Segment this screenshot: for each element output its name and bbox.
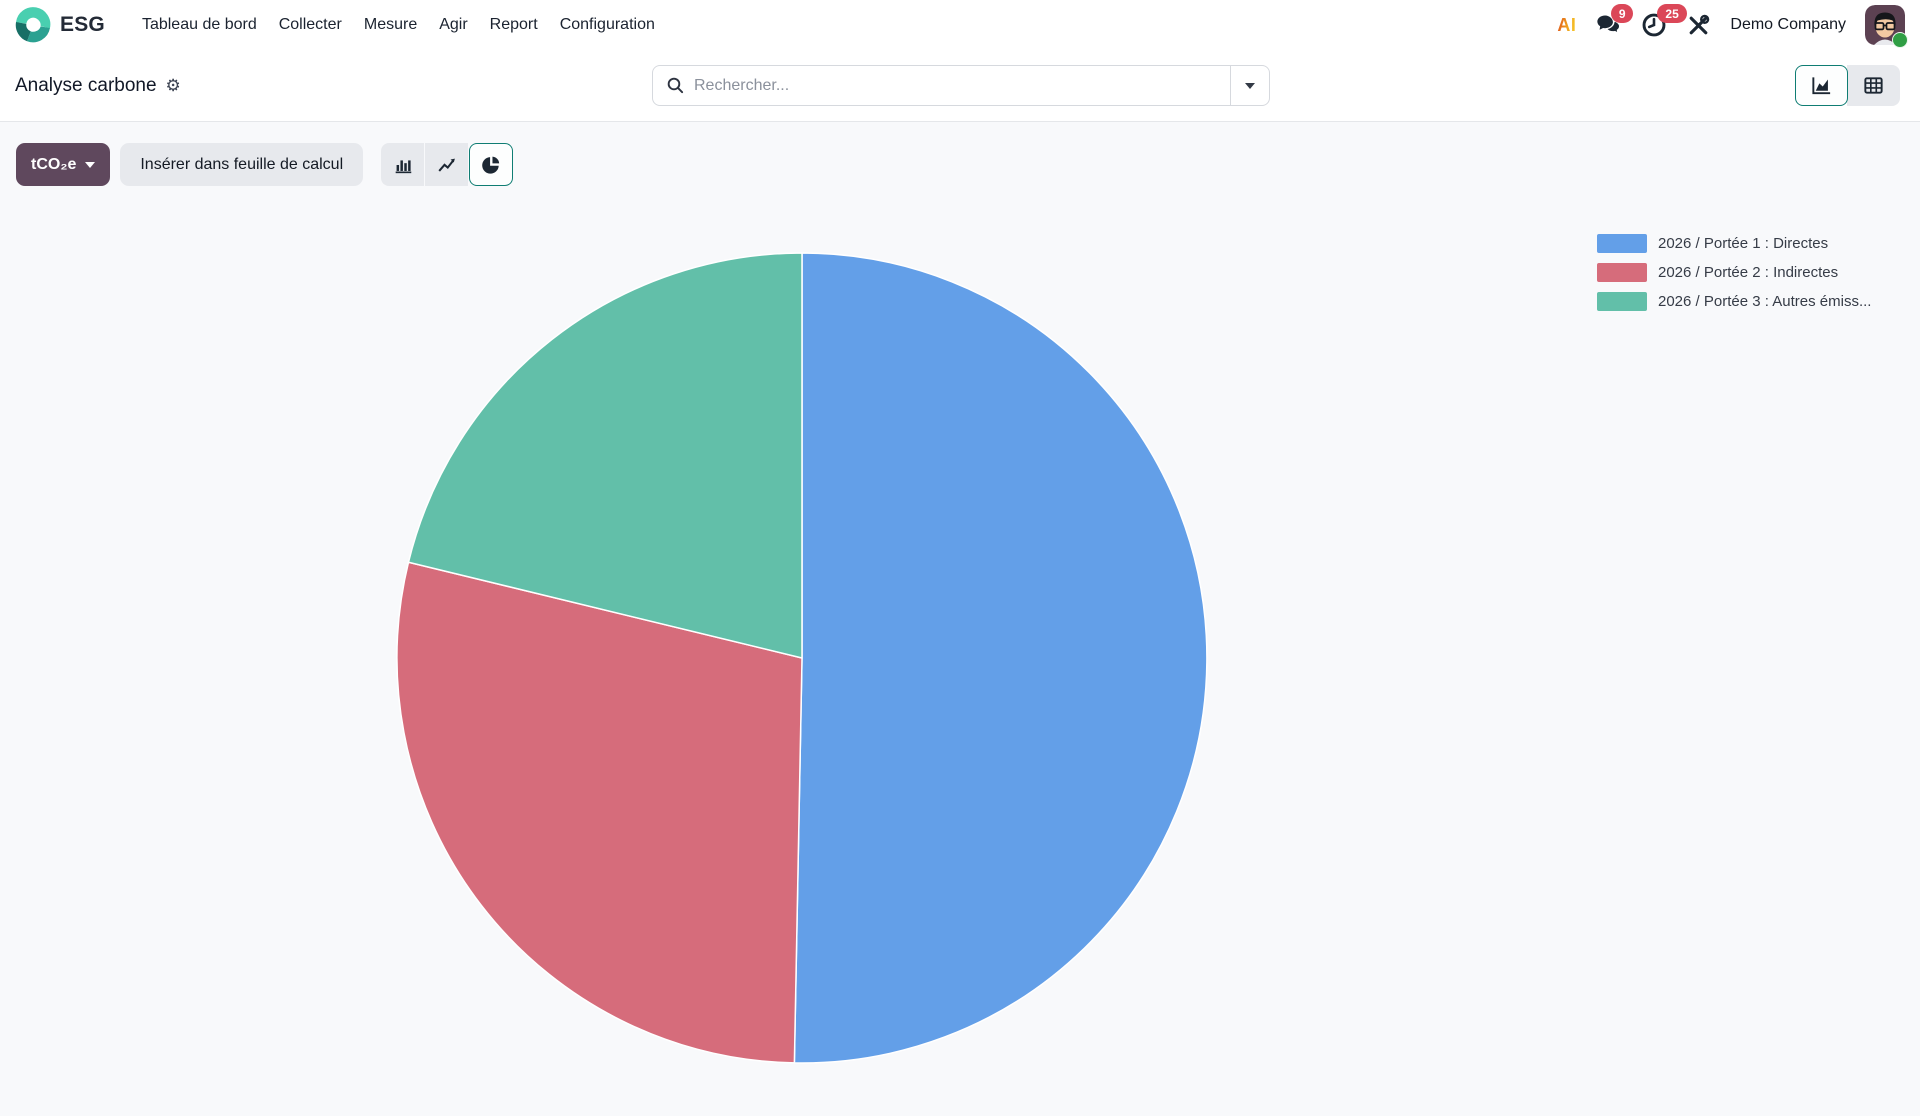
- graph-toolbar: tCO₂e Insérer dans feuille de calcul: [16, 143, 513, 186]
- tools-button[interactable]: [1686, 13, 1711, 38]
- menu-report[interactable]: Report: [479, 0, 549, 50]
- messages-count-badge: 9: [1611, 4, 1633, 23]
- main-menu: Tableau de bord Collecter Mesure Agir Re…: [131, 0, 666, 50]
- legend-item[interactable]: 2026 / Portée 3 : Autres émiss...: [1597, 287, 1871, 316]
- navbar-systray: AI 9 25: [1557, 5, 1905, 45]
- company-switcher[interactable]: Demo Company: [1730, 16, 1846, 34]
- bar-chart-button[interactable]: [381, 143, 425, 186]
- app-name[interactable]: ESG: [60, 13, 105, 37]
- legend-swatch: [1597, 263, 1647, 282]
- area-chart-icon: [1810, 74, 1833, 97]
- pie-chart: [392, 248, 1212, 1068]
- graph-view: tCO₂e Insérer dans feuille de calcul: [0, 122, 1920, 1116]
- chart-type-switcher: [381, 143, 513, 186]
- activities-button[interactable]: 25: [1641, 12, 1667, 38]
- search-input[interactable]: [694, 77, 1217, 95]
- navbar: ESG Tableau de bord Collecter Mesure Agi…: [0, 0, 1920, 50]
- search-icon: [666, 76, 685, 95]
- pivot-table-icon: [1862, 74, 1885, 97]
- pie-chart-button[interactable]: [469, 143, 513, 186]
- view-switcher: [1795, 65, 1900, 106]
- legend-item[interactable]: 2026 / Portée 2 : Indirectes: [1597, 258, 1871, 287]
- insert-in-spreadsheet-button[interactable]: Insérer dans feuille de calcul: [120, 143, 363, 186]
- legend-swatch: [1597, 292, 1647, 311]
- line-chart-icon: [436, 154, 458, 176]
- control-panel: Analyse carbone ⚙: [0, 50, 1920, 121]
- legend-label: 2026 / Portée 2 : Indirectes: [1658, 264, 1838, 281]
- pie-slice[interactable]: [794, 253, 1207, 1063]
- chevron-down-icon: [85, 162, 95, 168]
- pie-chart-icon: [480, 154, 502, 176]
- menu-agir[interactable]: Agir: [428, 0, 478, 50]
- online-status-dot: [1892, 32, 1908, 48]
- legend-swatch: [1597, 234, 1647, 253]
- messages-button[interactable]: 9: [1595, 12, 1622, 38]
- measure-label: tCO₂e: [31, 156, 76, 174]
- legend-label: 2026 / Portée 1 : Directes: [1658, 235, 1828, 252]
- view-pivot-button[interactable]: [1847, 65, 1900, 106]
- menu-configuration[interactable]: Configuration: [549, 0, 666, 50]
- legend-label: 2026 / Portée 3 : Autres émiss...: [1658, 293, 1871, 310]
- app-header: ESG Tableau de bord Collecter Mesure Agi…: [0, 0, 1920, 122]
- legend-item[interactable]: 2026 / Portée 1 : Directes: [1597, 229, 1871, 258]
- measures-button[interactable]: tCO₂e: [16, 143, 110, 186]
- menu-tableau-de-bord[interactable]: Tableau de bord: [131, 0, 268, 50]
- line-chart-button[interactable]: [425, 143, 469, 186]
- chart-legend: 2026 / Portée 1 : Directes 2026 / Portée …: [1597, 229, 1871, 316]
- activities-count-badge: 25: [1657, 4, 1686, 23]
- gear-icon[interactable]: ⚙: [166, 77, 181, 94]
- ai-assistant-icon[interactable]: AI: [1557, 15, 1576, 36]
- tools-icon: [1686, 13, 1711, 38]
- bar-chart-icon: [392, 154, 414, 176]
- app-switcher[interactable]: ESG: [15, 7, 131, 43]
- menu-mesure[interactable]: Mesure: [353, 0, 428, 50]
- search-bar: [652, 65, 1270, 106]
- search-filters-toggle[interactable]: [1230, 66, 1269, 105]
- page-title: Analyse carbone: [15, 75, 157, 97]
- user-avatar[interactable]: [1865, 5, 1905, 45]
- view-graph-button[interactable]: [1795, 65, 1848, 106]
- chevron-down-icon: [1245, 83, 1255, 89]
- menu-collecter[interactable]: Collecter: [268, 0, 353, 50]
- esg-logo-icon: [15, 7, 51, 43]
